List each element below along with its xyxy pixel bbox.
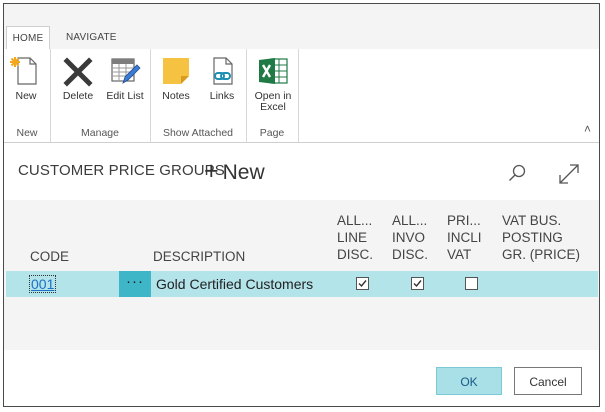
checkmark-icon [358, 280, 367, 288]
edit-list-button[interactable]: Edit List [104, 55, 146, 102]
delete-label: Delete [62, 90, 94, 102]
chevron-up-icon[interactable]: ˄ [584, 122, 591, 136]
table-row[interactable]: 001 ··· Gold Certified Customers [6, 271, 598, 297]
edit-list-icon [111, 58, 141, 84]
description-cell[interactable]: Gold Certified Customers [156, 271, 313, 297]
column-header-price-incl-vat[interactable]: PRI... INCLI VAT [447, 212, 482, 263]
column-header-description[interactable]: DESCRIPTION [153, 248, 245, 265]
column-header-code[interactable]: CODE [30, 248, 69, 265]
new-document-icon [10, 57, 37, 85]
header-line: LINE [337, 230, 368, 245]
column-header-allow-line-disc[interactable]: ALL... LINE DISC. [337, 212, 373, 263]
tab-home[interactable]: HOME [6, 26, 50, 50]
group-label-page: Page [259, 127, 285, 139]
header-line: INVO [392, 230, 426, 245]
edit-list-label: Edit List [106, 90, 144, 102]
expand-icon[interactable] [557, 162, 581, 186]
header-line: DISC. [337, 247, 374, 262]
group-label-new: New [16, 127, 38, 139]
ribbon-panel: New New Delete Edit List Manage Notes Li… [4, 49, 599, 142]
new-ribbon-button[interactable]: New [6, 55, 46, 102]
header-line: VAT [447, 247, 472, 262]
notes-button[interactable]: Notes [156, 55, 196, 102]
open-in-excel-button[interactable]: Open in Excel [250, 55, 296, 113]
search-icon[interactable] [508, 164, 526, 182]
links-icon [213, 57, 233, 85]
page-header: CUSTOMER PRICE GROUPS + New [4, 142, 599, 200]
links-label: Links [209, 90, 235, 102]
delete-x-icon [63, 57, 93, 87]
price-groups-grid: CODE DESCRIPTION ALL... LINE DISC. ALL..… [4, 200, 599, 350]
price-incl-vat-checkbox[interactable] [465, 277, 478, 290]
ribbon-group-manage: Delete Edit List Manage [50, 49, 151, 142]
ribbon-group-new: New New [4, 49, 51, 142]
ribbon: HOME NAVIGATE New New Delete Edit List M… [4, 4, 599, 143]
column-header-allow-invoice-disc[interactable]: ALL... INVO DISC. [392, 212, 428, 263]
checkmark-icon [413, 280, 422, 288]
excel-icon [259, 58, 288, 84]
code-cell[interactable]: 001 [28, 271, 57, 297]
header-line: POSTING [502, 230, 563, 245]
header-line: GR. (PRICE) [502, 247, 581, 262]
allow-invoice-disc-checkbox[interactable] [411, 277, 424, 290]
new-ribbon-label: New [15, 90, 37, 102]
new-record-label: New [222, 161, 265, 184]
open-in-excel-label: Open in Excel [254, 90, 292, 113]
code-link[interactable]: 001 [28, 275, 57, 293]
cancel-button[interactable]: Cancel [514, 367, 582, 395]
delete-button[interactable]: Delete [58, 55, 98, 102]
column-header-vat-bus-posting[interactable]: VAT BUS. POSTING GR. (PRICE) [502, 212, 580, 263]
header-line: INCLI [447, 230, 482, 245]
notes-icon [163, 58, 189, 84]
row-actions-menu[interactable]: ··· [119, 271, 151, 297]
header-line: VAT BUS. [502, 213, 562, 228]
group-label-show-attached: Show Attached [162, 127, 234, 139]
customer-price-groups-window: HOME NAVIGATE New New Delete Edit List M… [3, 3, 600, 407]
page-title: CUSTOMER PRICE GROUPS [18, 162, 225, 179]
header-line: ALL... [337, 213, 373, 228]
links-button[interactable]: Links [202, 55, 242, 102]
ribbon-tabs: HOME NAVIGATE [4, 26, 599, 50]
notes-label: Notes [162, 90, 190, 102]
allow-line-disc-checkbox[interactable] [356, 277, 369, 290]
new-record-button[interactable]: + New [204, 157, 265, 186]
ok-button[interactable]: OK [436, 367, 502, 395]
header-line: ALL... [392, 213, 428, 228]
plus-icon: + [204, 157, 219, 185]
group-label-manage: Manage [81, 127, 119, 139]
ribbon-group-show-attached: Notes Links Show Attached [150, 49, 247, 142]
tab-navigate[interactable]: NAVIGATE [66, 26, 117, 50]
header-line: DISC. [392, 247, 429, 262]
ribbon-group-page: Open in Excel Page [246, 49, 299, 142]
header-line: PRI... [447, 213, 481, 228]
